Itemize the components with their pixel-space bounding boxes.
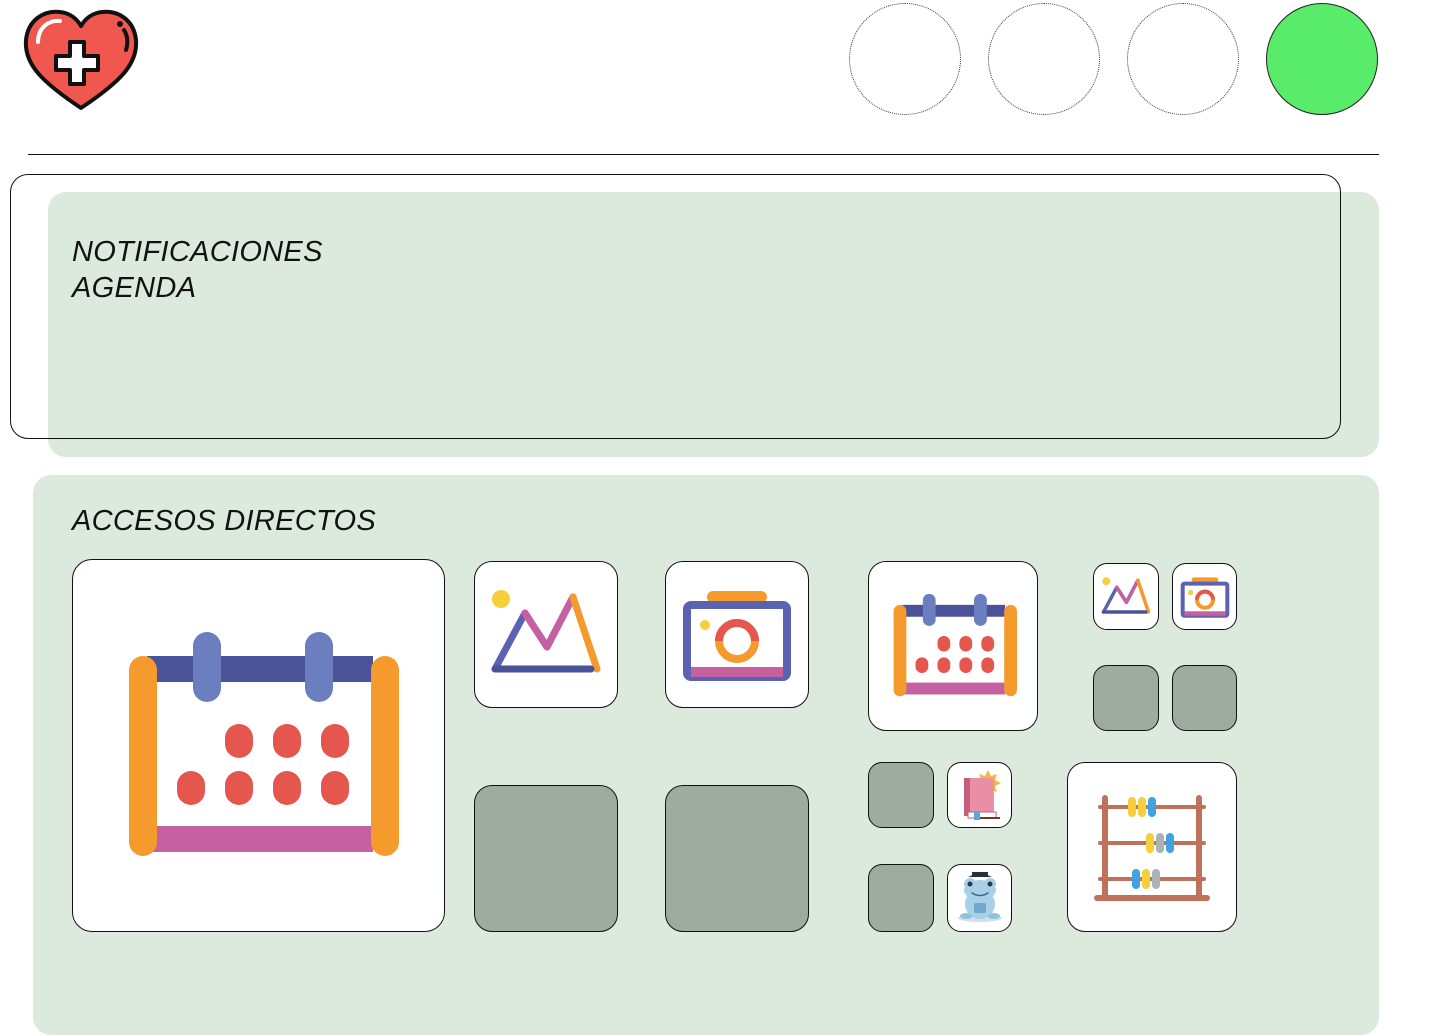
abacus-icon (1094, 795, 1210, 901)
nav-circle-active[interactable] (1266, 3, 1378, 115)
calendar-icon (128, 631, 399, 856)
notifications-panel-outline (10, 174, 1341, 439)
shortcut-placeholder-small[interactable] (1172, 665, 1237, 731)
shortcut-gallery-small[interactable] (1093, 563, 1159, 630)
shortcut-placeholder[interactable] (665, 785, 809, 932)
shortcut-camera-small[interactable] (1172, 563, 1237, 630)
camera-icon (1180, 576, 1229, 618)
gallery-icon (1101, 576, 1151, 614)
nav-circle-3[interactable] (1127, 3, 1239, 115)
frog-icon (957, 872, 1002, 922)
shortcut-book-small[interactable] (947, 762, 1012, 828)
shortcut-abacus[interactable] (1067, 762, 1237, 932)
shortcuts-title: ACCESOS DIRECTOS (72, 505, 376, 537)
notifications-title: NOTIFICACIONES (72, 236, 323, 268)
book-icon (963, 770, 1001, 820)
agenda-title: AGENDA (72, 272, 197, 304)
header-divider (28, 154, 1379, 155)
shortcut-placeholder-small[interactable] (868, 864, 934, 932)
app-logo[interactable] (22, 8, 140, 112)
calendar-icon (893, 593, 1017, 697)
nav-circle-1[interactable] (849, 3, 961, 115)
heart-plus-icon (23, 9, 139, 110)
shortcut-placeholder[interactable] (474, 785, 618, 932)
camera-icon (683, 590, 791, 681)
shortcut-gallery[interactable] (474, 561, 618, 708)
shortcut-frog-small[interactable] (947, 864, 1012, 932)
shortcut-placeholder-small[interactable] (868, 762, 934, 828)
shortcut-camera[interactable] (665, 561, 809, 708)
notifications-heading: NOTIFICACIONES AGENDA (72, 234, 323, 306)
gallery-icon (491, 589, 601, 672)
shortcut-calendar-large[interactable] (72, 559, 445, 932)
shortcut-placeholder-small[interactable] (1093, 665, 1159, 731)
shortcut-calendar[interactable] (868, 561, 1038, 731)
nav-circle-2[interactable] (988, 3, 1100, 115)
